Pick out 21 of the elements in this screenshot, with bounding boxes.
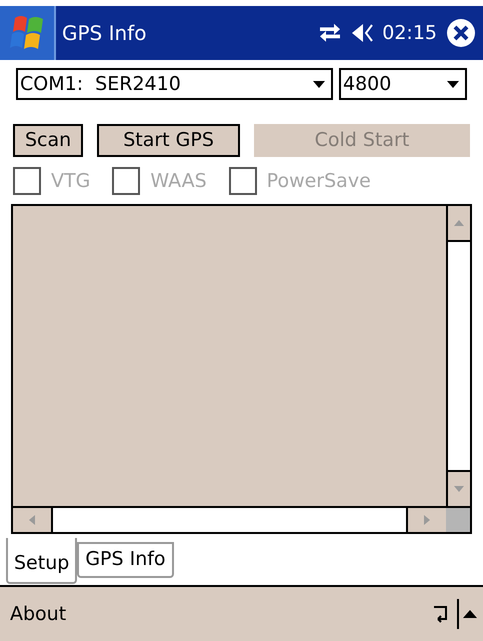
checkbox-label: PowerSave (266, 169, 371, 194)
menu-item[interactable]: About (10, 600, 66, 628)
scrollbar-corner (446, 508, 470, 532)
dropdown[interactable]: COM1: SER2410 (16, 68, 333, 100)
caret-icon (447, 80, 459, 88)
up-caret-icon[interactable] (463, 608, 477, 619)
action-button[interactable]: Start GPS (97, 124, 240, 157)
checkbox-label: WAAS (150, 169, 207, 194)
horizontal-scrollbar[interactable] (13, 506, 470, 532)
window-title: GPS Info (62, 20, 148, 47)
clock-time[interactable]: 02:15 (382, 18, 437, 48)
tab[interactable]: GPS Info (77, 542, 174, 578)
dropdown[interactable]: 4800 (339, 68, 467, 100)
input-toggle-icon[interactable] (433, 604, 449, 624)
start-button[interactable] (0, 6, 56, 60)
checkbox-label: VTG (51, 169, 90, 194)
caret-icon (313, 80, 325, 88)
tab[interactable]: Setup (6, 538, 78, 584)
action-button[interactable]: Scan (13, 124, 84, 157)
close-icon[interactable] (447, 19, 475, 47)
sync-arrows-icon[interactable] (318, 22, 342, 44)
